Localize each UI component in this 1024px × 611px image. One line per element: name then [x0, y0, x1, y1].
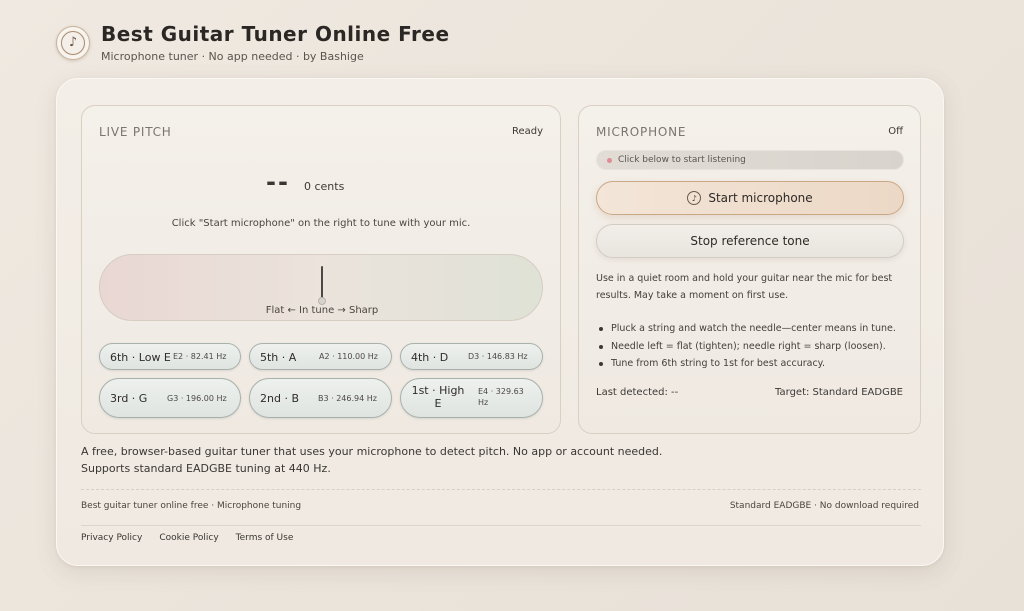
cookie-policy-link[interactable]: Cookie Policy	[159, 533, 218, 543]
string-frequency: B3 · 246.94 Hz	[318, 394, 377, 403]
string-name: 5th · A	[260, 351, 297, 364]
mic-status-bar: Click below to start listening	[596, 150, 904, 170]
list-item: Pluck a string and watch the needle—cent…	[596, 320, 914, 338]
logo: ♪	[56, 25, 90, 60]
page-description: A free, browser-based guitar tuner that …	[81, 443, 681, 477]
mic-status-text: Click below to start listening	[618, 155, 746, 165]
footer-links: Privacy Policy Cookie Policy Terms of Us…	[81, 533, 293, 543]
string-name: 3rd · G	[110, 392, 148, 405]
privacy-policy-link[interactable]: Privacy Policy	[81, 533, 142, 543]
tuner-card: LIVE PITCH Ready -- 0 cents Click "Start…	[56, 78, 944, 566]
detected-note: --	[266, 168, 290, 196]
tuning-hint: Click "Start microphone" on the right to…	[171, 218, 471, 229]
divider	[81, 525, 921, 526]
footer-right-text: Standard EADGBE · No download required	[729, 501, 919, 511]
target-tuning: Target: Standard EADGBE	[775, 387, 903, 398]
string-name: 1st · High E	[411, 384, 465, 410]
string-button-4[interactable]: 4th · D D3 · 146.83 Hz	[400, 343, 543, 370]
string-button-6[interactable]: 6th · Low E E2 · 82.41 Hz	[99, 343, 241, 370]
cents-readout: 0 cents	[304, 180, 345, 193]
list-item: Needle left = flat (tighten); needle rig…	[596, 338, 914, 356]
microphone-panel: MICROPHONE Off Click below to start list…	[578, 105, 921, 434]
live-pitch-label: LIVE PITCH	[99, 125, 172, 139]
music-note-icon: ♪	[61, 30, 85, 55]
meter-scale-label: Flat ← In tune → Sharp	[265, 305, 379, 316]
string-button-1[interactable]: 1st · High E E4 · 329.63 Hz	[400, 378, 543, 418]
list-item: Tune from 6th string to 1st for best acc…	[596, 355, 914, 373]
last-detected: Last detected: --	[596, 387, 679, 398]
footer-left-text: Best guitar tuner online free · Micropho…	[81, 501, 302, 511]
string-name: 6th · Low E	[110, 351, 171, 364]
live-pitch-panel: LIVE PITCH Ready -- 0 cents Click "Start…	[81, 105, 561, 434]
string-name: 4th · D	[411, 351, 449, 364]
string-frequency: E4 · 329.63 Hz	[478, 387, 524, 407]
string-frequency: G3 · 196.00 Hz	[167, 394, 227, 403]
start-microphone-label: Start microphone	[708, 191, 813, 205]
description-line: A free, browser-based guitar tuner that …	[81, 445, 663, 458]
string-frequency: A2 · 110.00 Hz	[319, 352, 378, 361]
stop-reference-tone-label: Stop reference tone	[690, 234, 810, 248]
start-microphone-button[interactable]: ♪ Start microphone	[596, 181, 904, 215]
site-title: Best Guitar Tuner Online Free	[101, 22, 450, 46]
string-frequency: E2 · 82.41 Hz	[173, 352, 227, 361]
string-button-3[interactable]: 3rd · G G3 · 196.00 Hz	[99, 378, 241, 418]
terms-of-use-link[interactable]: Terms of Use	[236, 533, 294, 543]
status-dot-icon	[607, 158, 612, 163]
microphone-status: Off	[888, 126, 903, 137]
mic-instructions: Use in a quiet room and hold your guitar…	[596, 273, 893, 301]
site-subtitle: Microphone tuner · No app needed · by Ba…	[101, 50, 364, 63]
site-header: ♪ Best Guitar Tuner Online Free Micropho…	[56, 22, 450, 63]
string-button-2[interactable]: 2nd · B B3 · 246.94 Hz	[249, 378, 392, 418]
divider	[81, 489, 921, 490]
music-note-icon: ♪	[687, 191, 702, 205]
needle-pivot	[318, 297, 326, 305]
live-pitch-status: Ready	[511, 126, 543, 137]
microphone-label: MICROPHONE	[596, 125, 687, 139]
string-button-5[interactable]: 5th · A A2 · 110.00 Hz	[249, 343, 392, 370]
tuning-needle	[321, 266, 323, 299]
tips-list: Pluck a string and watch the needle—cent…	[596, 320, 914, 373]
stop-reference-tone-button[interactable]: Stop reference tone	[596, 224, 904, 258]
tuning-meter: Flat ← In tune → Sharp	[99, 254, 543, 321]
description-line: Supports standard EADGBE tuning at 440 H…	[81, 462, 331, 475]
string-frequency: D3 · 146.83 Hz	[468, 352, 528, 361]
string-name: 2nd · B	[260, 392, 299, 405]
